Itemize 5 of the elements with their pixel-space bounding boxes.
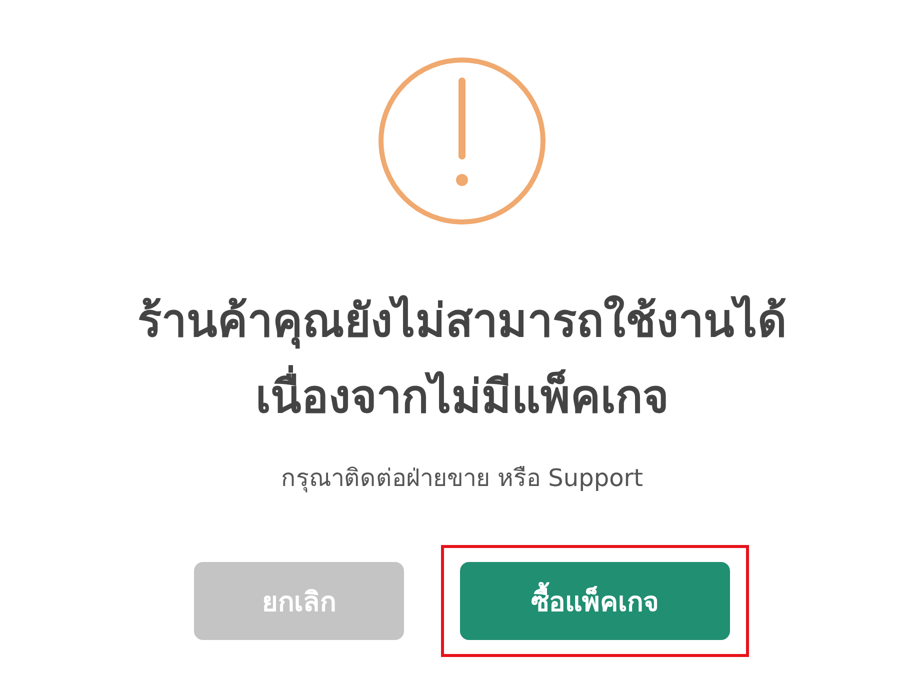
buy-package-button[interactable]: ซื้อแพ็คเกจ	[460, 562, 730, 640]
dialog-title: ร้านค้าคุณยังไม่สามารถใช้งานได้	[138, 293, 786, 351]
dialog-title: เนื่องจากไม่มีแพ็คเกจ	[256, 366, 668, 428]
dialog-message: กรุณาติดต่อฝ่ายขาย หรือ Support	[280, 463, 644, 494]
warning-icon	[377, 56, 547, 226]
